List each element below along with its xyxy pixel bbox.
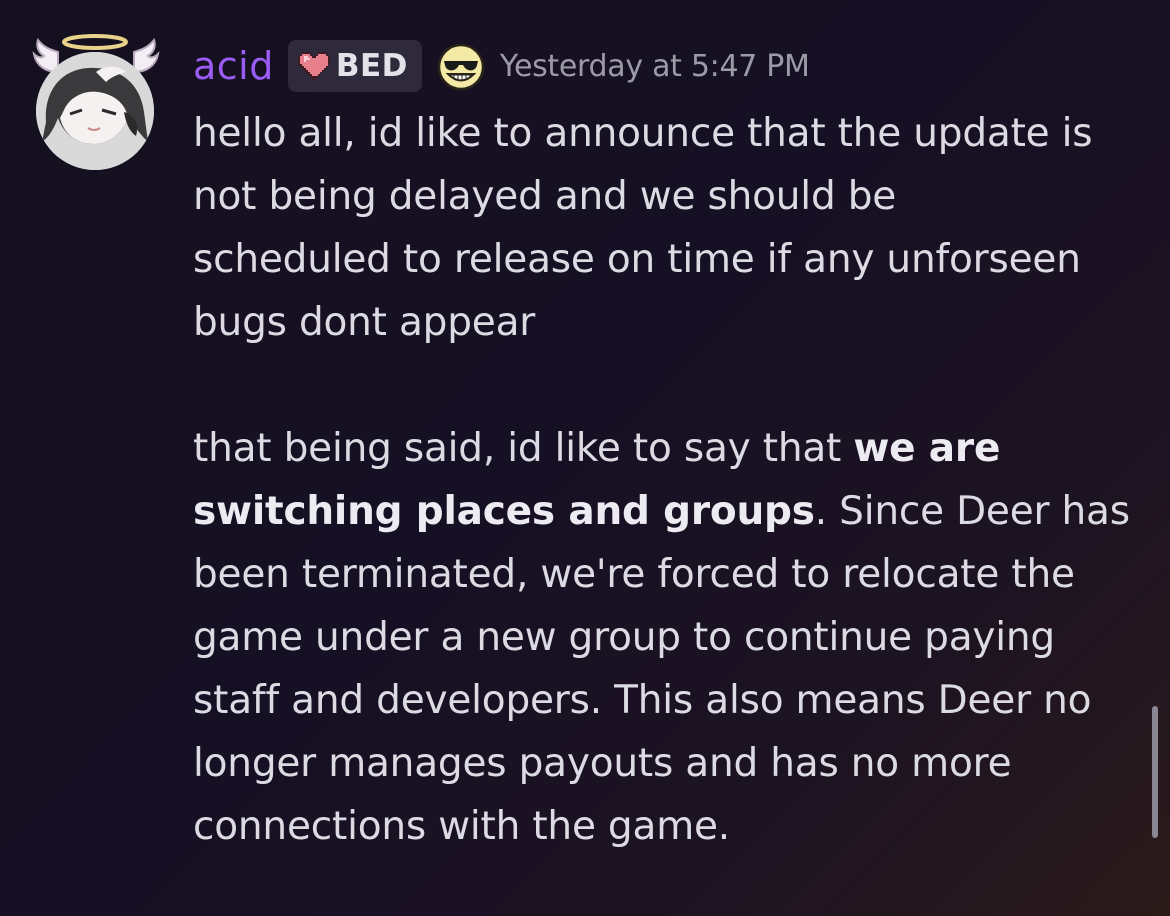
scrollbar[interactable] [1152,706,1158,838]
pixel-heart-icon [297,52,330,80]
message-line: staff and developers. This also means De… [193,678,1092,723]
avatar[interactable] [36,52,154,170]
message-line: that being said, id like to say that we … [193,417,1143,480]
text-segment: . Since Deer has [814,489,1130,534]
message-line: switching places and groups. Since Deer … [193,480,1143,543]
message-line: connections with the game. [193,804,730,849]
message-line: scheduled to release on time if any unfo… [193,237,1081,282]
message-line: bugs dont appear [193,300,536,345]
message-line: hello all, id like to announce that the … [193,111,1093,156]
sunglasses-grin-emoji [437,43,485,91]
bold-text: we are [853,426,1001,471]
chat-message: acid BED Yesterday at 5:47 PM hello all,… [0,0,1170,916]
paragraph-break [193,354,1143,417]
username[interactable]: acid [193,47,274,85]
message-header: acid BED Yesterday at 5:47 PM [193,40,810,92]
bold-text: switching places and groups [193,489,815,534]
message-line: been terminated, we're forced to relocat… [193,552,1075,597]
message-line: game under a new group to continue payin… [193,615,1055,660]
halo-icon [60,32,130,54]
message-line: longer manages payouts and has no more [193,741,1012,786]
author-avatar-group[interactable] [28,32,164,170]
role-tag[interactable]: BED [287,40,422,92]
role-name: BED [335,48,408,84]
text-segment: that being said, id like to say that [193,426,854,471]
message-content: hello all, id like to announce that the … [193,102,1143,858]
timestamp: Yesterday at 5:47 PM [499,48,810,84]
message-line: not being delayed and we should be [193,174,897,219]
